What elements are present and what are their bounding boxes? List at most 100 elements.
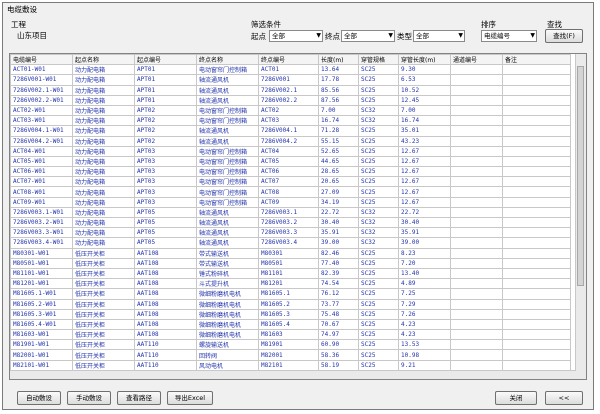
table-cell[interactable]: M81605.2-W01 xyxy=(10,298,73,310)
table-row[interactable]: M81605.1-W01 低压开关柜 AAT108 微细粉磨机电机 M81605.1 76… xyxy=(10,288,571,300)
table-cell[interactable]: AAT108 xyxy=(134,267,197,280)
table-cell[interactable] xyxy=(450,318,503,331)
table-row[interactable]: ACT07-W01 动力配电箱 APT03 电动窗帘门控制箱 ACT07 20.65 SC2… xyxy=(10,176,571,188)
table-cell[interactable]: APT03 xyxy=(134,176,197,188)
table-cell[interactable]: SC25 xyxy=(358,247,399,259)
table-cell[interactable]: AAT108 xyxy=(134,308,197,320)
table-cell[interactable]: ACT09-W01 xyxy=(10,196,73,208)
table-row[interactable]: M80301-W01 低压开关柜 AAT108 带式输送机 M80301 82.46 SC2… xyxy=(10,247,571,259)
table-cell[interactable]: 27.09 xyxy=(318,186,359,198)
table-cell[interactable] xyxy=(450,186,503,198)
collapse-button[interactable]: << xyxy=(545,391,583,405)
table-cell[interactable] xyxy=(450,288,503,300)
table-cell[interactable]: AAT108 xyxy=(134,278,197,290)
table-cell[interactable]: SC32 xyxy=(358,115,399,127)
table-cell[interactable]: 58.19 xyxy=(318,359,359,371)
table-cell[interactable]: 7286V004.2-W01 xyxy=(10,135,73,147)
table-cell[interactable]: M82101 xyxy=(258,359,319,371)
table-cell[interactable]: 电动窗帘门控制箱 xyxy=(196,64,259,76)
table-cell[interactable]: 12.45 xyxy=(398,94,451,106)
table-cell[interactable]: APT02 xyxy=(134,104,197,117)
col-header-channel-id[interactable]: 通道编号 xyxy=(450,54,503,66)
table-cell[interactable]: 动力配电箱 xyxy=(72,74,135,86)
table-cell[interactable]: 4.23 xyxy=(398,318,451,331)
table-cell[interactable]: 动力配电箱 xyxy=(72,206,135,219)
table-cell[interactable]: 77.40 xyxy=(318,257,359,269)
table-cell[interactable]: SC25 xyxy=(358,94,399,106)
table-cell[interactable]: AAT110 xyxy=(134,359,197,371)
table-row[interactable]: 7286V003.2-W01 动力配电箱 APT05 轴流通风机 7286V003.2 3… xyxy=(10,216,571,229)
table-cell[interactable]: AAT108 xyxy=(134,247,197,259)
table-cell[interactable]: 20.65 xyxy=(318,176,359,188)
table-cell[interactable]: 电动窗帘门控制箱 xyxy=(196,155,259,168)
table-row[interactable]: 7286V003.1-W01 动力配电箱 APT05 轴流通风机 7286V003.1 2… xyxy=(10,206,571,219)
table-cell[interactable]: 87.56 xyxy=(318,94,359,106)
table-cell[interactable] xyxy=(502,329,571,341)
table-cell[interactable] xyxy=(502,145,571,157)
table-cell[interactable] xyxy=(450,84,503,96)
table-row[interactable]: ACT06-W01 动力配电箱 APT03 电动窗帘门控制箱 ACT06 28.65 SC2… xyxy=(10,166,571,178)
table-cell[interactable]: 轴流通风机 xyxy=(196,227,259,239)
table-cell[interactable]: 低压开关柜 xyxy=(72,318,135,331)
table-cell[interactable] xyxy=(450,359,503,371)
table-cell[interactable]: 低压开关柜 xyxy=(72,359,135,371)
table-cell[interactable]: SC25 xyxy=(358,155,399,168)
table-cell[interactable]: 30.40 xyxy=(398,216,451,229)
table-cell[interactable]: 斗式提升机 xyxy=(196,278,259,290)
table-cell[interactable]: ACT01 xyxy=(258,64,319,76)
table-cell[interactable]: 电动窗帘门控制箱 xyxy=(196,186,259,198)
table-cell[interactable]: 电动窗帘门控制箱 xyxy=(196,176,259,188)
table-cell[interactable]: SC25 xyxy=(358,135,399,147)
table-cell[interactable]: M81605.3 xyxy=(258,308,319,320)
table-cell[interactable] xyxy=(502,278,571,290)
table-cell[interactable]: ACT05 xyxy=(258,155,319,168)
table-cell[interactable]: M81901 xyxy=(258,339,319,351)
table-cell[interactable] xyxy=(502,339,571,351)
table-cell[interactable]: M81603 xyxy=(258,329,319,341)
table-cell[interactable]: 12.67 xyxy=(398,186,451,198)
table-cell[interactable] xyxy=(502,349,571,361)
table-cell[interactable]: ACT08-W01 xyxy=(10,186,73,198)
table-cell[interactable] xyxy=(450,64,503,76)
table-cell[interactable]: 低压开关柜 xyxy=(72,288,135,300)
table-cell[interactable]: 13.53 xyxy=(398,339,451,351)
table-cell[interactable] xyxy=(450,247,503,259)
table-cell[interactable] xyxy=(502,166,571,178)
table-cell[interactable]: 12.67 xyxy=(398,176,451,188)
table-cell[interactable] xyxy=(450,94,503,106)
table-cell[interactable]: M81605.4 xyxy=(258,318,319,331)
table-row[interactable]: M81605.2-W01 低压开关柜 AAT108 微细粉磨机电机 M81605.2 73… xyxy=(10,298,571,310)
table-cell[interactable] xyxy=(502,155,571,168)
table-cell[interactable] xyxy=(502,308,571,320)
table-cell[interactable]: 动力配电箱 xyxy=(72,216,135,229)
table-cell[interactable]: M82001-W01 xyxy=(10,349,73,361)
table-cell[interactable]: 76.12 xyxy=(318,288,359,300)
table-cell[interactable]: 微细粉磨机电机 xyxy=(196,318,259,331)
table-row[interactable]: ACT01-W01 动力配电箱 APT01 电动窗帘门控制箱 ACT01 13.64 SC2… xyxy=(10,64,571,76)
table-cell[interactable] xyxy=(502,125,571,137)
table-cell[interactable] xyxy=(450,308,503,320)
table-cell[interactable]: 低压开关柜 xyxy=(72,247,135,259)
table-row[interactable]: 7286V002.2-W01 动力配电箱 APT01 轴流通风机 7286V002.2 8… xyxy=(10,94,571,106)
table-cell[interactable] xyxy=(502,94,571,106)
table-cell[interactable] xyxy=(450,339,503,351)
table-row[interactable]: M81901-W01 低压开关柜 AAT110 螺旋输送机 M81901 60.90 SC2… xyxy=(10,339,571,351)
table-cell[interactable]: M81605.3-W01 xyxy=(10,308,73,320)
col-header-end-name[interactable]: 终点名称 xyxy=(196,54,259,66)
table-cell[interactable] xyxy=(502,298,571,310)
table-cell[interactable]: SC25 xyxy=(358,64,399,76)
table-cell[interactable]: SC25 xyxy=(358,308,399,320)
view-route-button[interactable]: 查看路径 xyxy=(117,391,161,405)
table-cell[interactable] xyxy=(450,267,503,280)
table-cell[interactable]: 34.19 xyxy=(318,196,359,208)
table-cell[interactable]: SC25 xyxy=(358,84,399,96)
table-cell[interactable]: 60.90 xyxy=(318,339,359,351)
table-cell[interactable]: SC25 xyxy=(358,196,399,208)
table-cell[interactable]: SC25 xyxy=(358,339,399,351)
table-row[interactable]: ACT09-W01 动力配电箱 APT03 电动窗帘门控制箱 ACT09 34.19 SC2… xyxy=(10,196,571,208)
table-cell[interactable] xyxy=(502,115,571,127)
table-cell[interactable]: 9.21 xyxy=(398,359,451,371)
table-cell[interactable] xyxy=(502,64,571,76)
table-cell[interactable]: 7286V004.2 xyxy=(258,135,319,147)
table-cell[interactable]: 电动窗帘门控制箱 xyxy=(196,115,259,127)
